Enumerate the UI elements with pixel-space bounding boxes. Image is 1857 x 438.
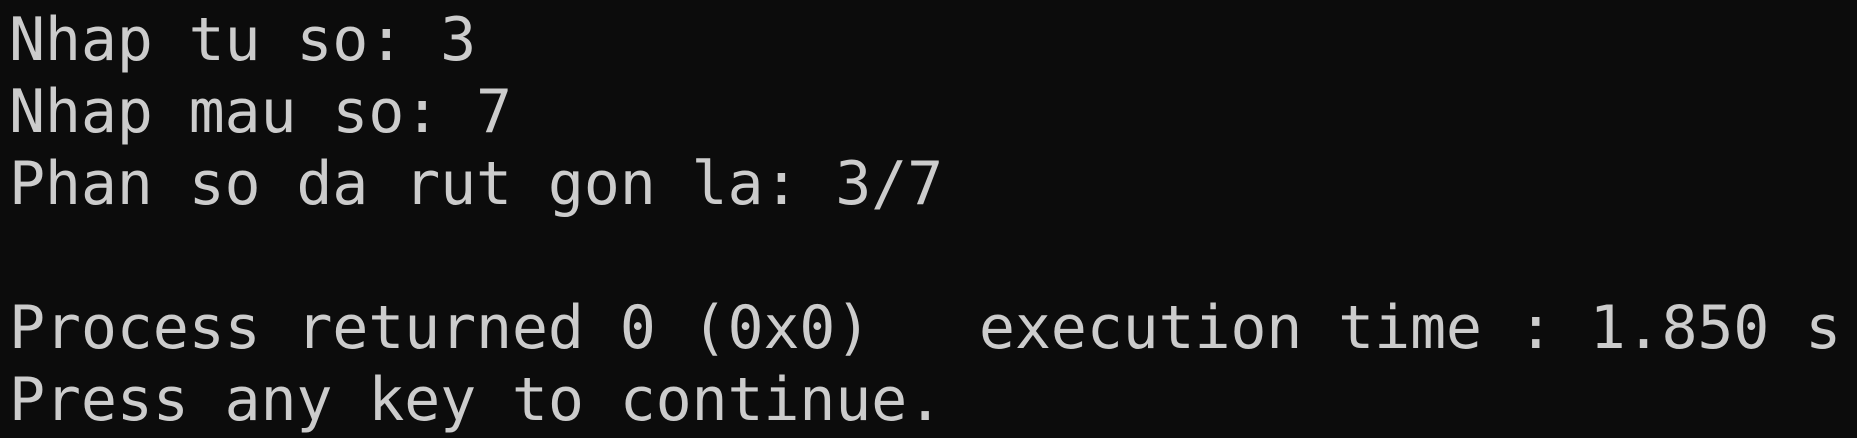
console-line-result: Phan so da rut gon la: 3/7 [9, 149, 943, 219]
console-line-process-status: Process returned 0 (0x0) execution time … [9, 293, 1842, 363]
console-line-continue-prompt: Press any key to continue. [9, 365, 943, 435]
console-line-input-denominator: Nhap mau so: 7 [9, 77, 512, 147]
console-line-input-numerator: Nhap tu so: 3 [9, 5, 476, 75]
console-window[interactable]: Nhap tu so: 3 Nhap mau so: 7 Phan so da … [0, 0, 1857, 438]
